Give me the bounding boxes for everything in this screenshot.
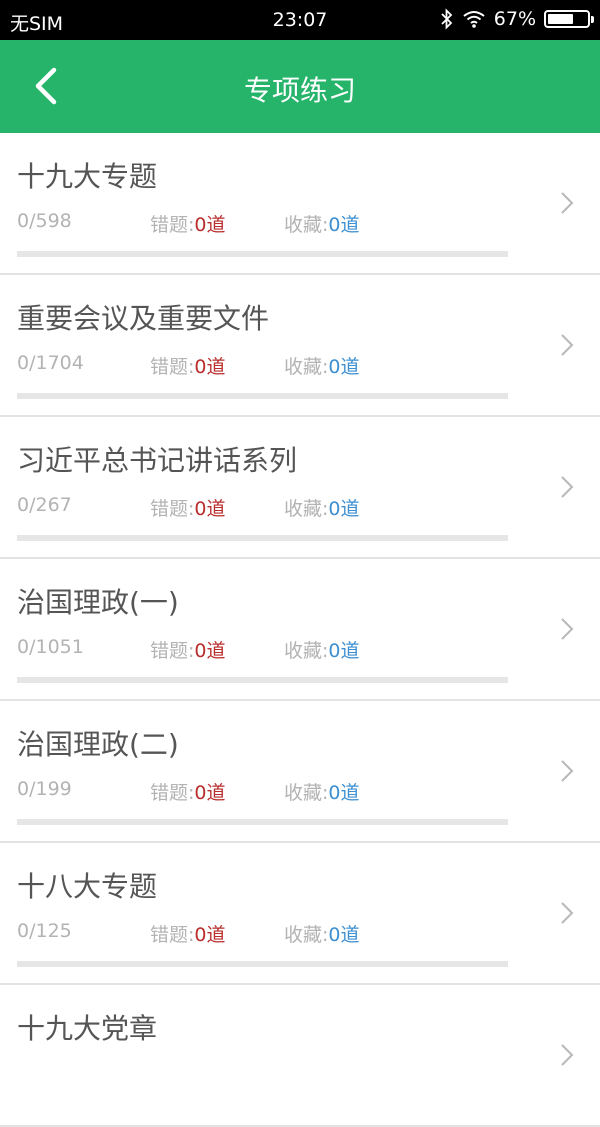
- topic-title: 治国理政(一): [17, 586, 179, 619]
- list-item[interactable]: 十九大党章: [0, 985, 600, 1127]
- favorite-count: 收藏:0道: [284, 778, 360, 805]
- list-item[interactable]: 治国理政(二) 0/199 错题:0道 收藏:0道: [0, 701, 600, 843]
- topic-title: 十九大党章: [17, 1012, 158, 1045]
- app-header: 专项练习: [0, 40, 600, 133]
- list-item[interactable]: 十八大专题 0/125 错题:0道 收藏:0道: [0, 843, 600, 985]
- list-item[interactable]: 十九大专题 0/598 错题:0道 收藏:0道: [0, 133, 600, 275]
- progress-bar: [17, 535, 508, 541]
- progress-bar: [17, 961, 508, 967]
- wrong-label: 错题:: [150, 356, 195, 378]
- wrong-label: 错题:: [150, 782, 195, 804]
- chevron-right-icon: [561, 334, 574, 356]
- topic-stats: 0/267 错题:0道 收藏:0道: [17, 494, 517, 520]
- favorite-label: 收藏:: [284, 640, 329, 662]
- topic-stats: 0/598 错题:0道 收藏:0道: [17, 210, 517, 236]
- wrong-label: 错题:: [150, 214, 195, 236]
- topic-title: 重要会议及重要文件: [17, 302, 270, 335]
- progress-count: 0/199: [17, 778, 72, 800]
- battery-icon: [544, 10, 594, 28]
- topic-title: 治国理政(二): [17, 728, 179, 761]
- wrong-value: 0道: [194, 782, 226, 804]
- favorite-value: 0道: [328, 782, 360, 804]
- favorite-label: 收藏:: [284, 356, 329, 378]
- wrong-label: 错题:: [150, 924, 195, 946]
- wrong-value: 0道: [194, 214, 226, 236]
- battery-fill: [548, 14, 574, 24]
- list-item[interactable]: 重要会议及重要文件 0/1704 错题:0道 收藏:0道: [0, 275, 600, 417]
- favorite-value: 0道: [328, 640, 360, 662]
- progress-count: 0/598: [17, 210, 72, 232]
- status-bar: 无SIM 23:07 67%: [0, 0, 600, 40]
- wrong-count: 错题:0道: [150, 778, 226, 805]
- topic-title: 习近平总书记讲话系列: [17, 444, 298, 477]
- favorite-count: 收藏:0道: [284, 352, 360, 379]
- bluetooth-icon: [441, 8, 453, 30]
- favorite-label: 收藏:: [284, 214, 329, 236]
- list-item[interactable]: 习近平总书记讲话系列 0/267 错题:0道 收藏:0道: [0, 417, 600, 559]
- wifi-icon: [463, 11, 485, 28]
- wrong-count: 错题:0道: [150, 352, 226, 379]
- favorite-count: 收藏:0道: [284, 494, 360, 521]
- chevron-right-icon: [561, 192, 574, 214]
- wrong-label: 错题:: [150, 498, 195, 520]
- wrong-count: 错题:0道: [150, 210, 226, 237]
- topic-stats: 0/125 错题:0道 收藏:0道: [17, 920, 517, 946]
- wrong-value: 0道: [194, 498, 226, 520]
- progress-bar: [17, 251, 508, 257]
- progress-count: 0/267: [17, 494, 72, 516]
- favorite-label: 收藏:: [284, 782, 329, 804]
- progress-bar: [17, 677, 508, 683]
- favorite-value: 0道: [328, 498, 360, 520]
- wrong-value: 0道: [194, 356, 226, 378]
- wrong-value: 0道: [194, 640, 226, 662]
- favorite-count: 收藏:0道: [284, 210, 360, 237]
- battery-percent: 67%: [493, 8, 536, 30]
- progress-count: 0/1704: [17, 352, 84, 374]
- wrong-count: 错题:0道: [150, 494, 226, 521]
- favorite-value: 0道: [328, 924, 360, 946]
- topic-stats: 0/1051 错题:0道 收藏:0道: [17, 636, 517, 662]
- progress-count: 0/1051: [17, 636, 84, 658]
- favorite-count: 收藏:0道: [284, 920, 360, 947]
- topic-title: 十九大专题: [17, 160, 158, 193]
- progress-bar: [17, 819, 508, 825]
- page-title: 专项练习: [243, 74, 356, 107]
- topic-stats: 0/1704 错题:0道 收藏:0道: [17, 352, 517, 378]
- wrong-label: 错题:: [150, 640, 195, 662]
- list-item[interactable]: 治国理政(一) 0/1051 错题:0道 收藏:0道: [0, 559, 600, 701]
- wrong-value: 0道: [194, 924, 226, 946]
- chevron-right-icon: [561, 760, 574, 782]
- chevron-right-icon: [561, 902, 574, 924]
- wrong-count: 错题:0道: [150, 920, 226, 947]
- favorite-value: 0道: [328, 356, 360, 378]
- favorite-label: 收藏:: [284, 924, 329, 946]
- favorite-count: 收藏:0道: [284, 636, 360, 663]
- favorite-label: 收藏:: [284, 498, 329, 520]
- chevron-right-icon: [561, 618, 574, 640]
- topic-stats: 0/199 错题:0道 收藏:0道: [17, 778, 517, 804]
- chevron-right-icon: [561, 476, 574, 498]
- topic-list: 十九大专题 0/598 错题:0道 收藏:0道 重要会议及重要文件 0/1704…: [0, 133, 600, 1127]
- chevron-right-icon: [561, 1044, 574, 1066]
- progress-count: 0/125: [17, 920, 72, 942]
- topic-title: 十八大专题: [17, 870, 158, 903]
- favorite-value: 0道: [328, 214, 360, 236]
- wrong-count: 错题:0道: [150, 636, 226, 663]
- status-icons: 67%: [440, 8, 594, 30]
- progress-bar: [17, 393, 508, 399]
